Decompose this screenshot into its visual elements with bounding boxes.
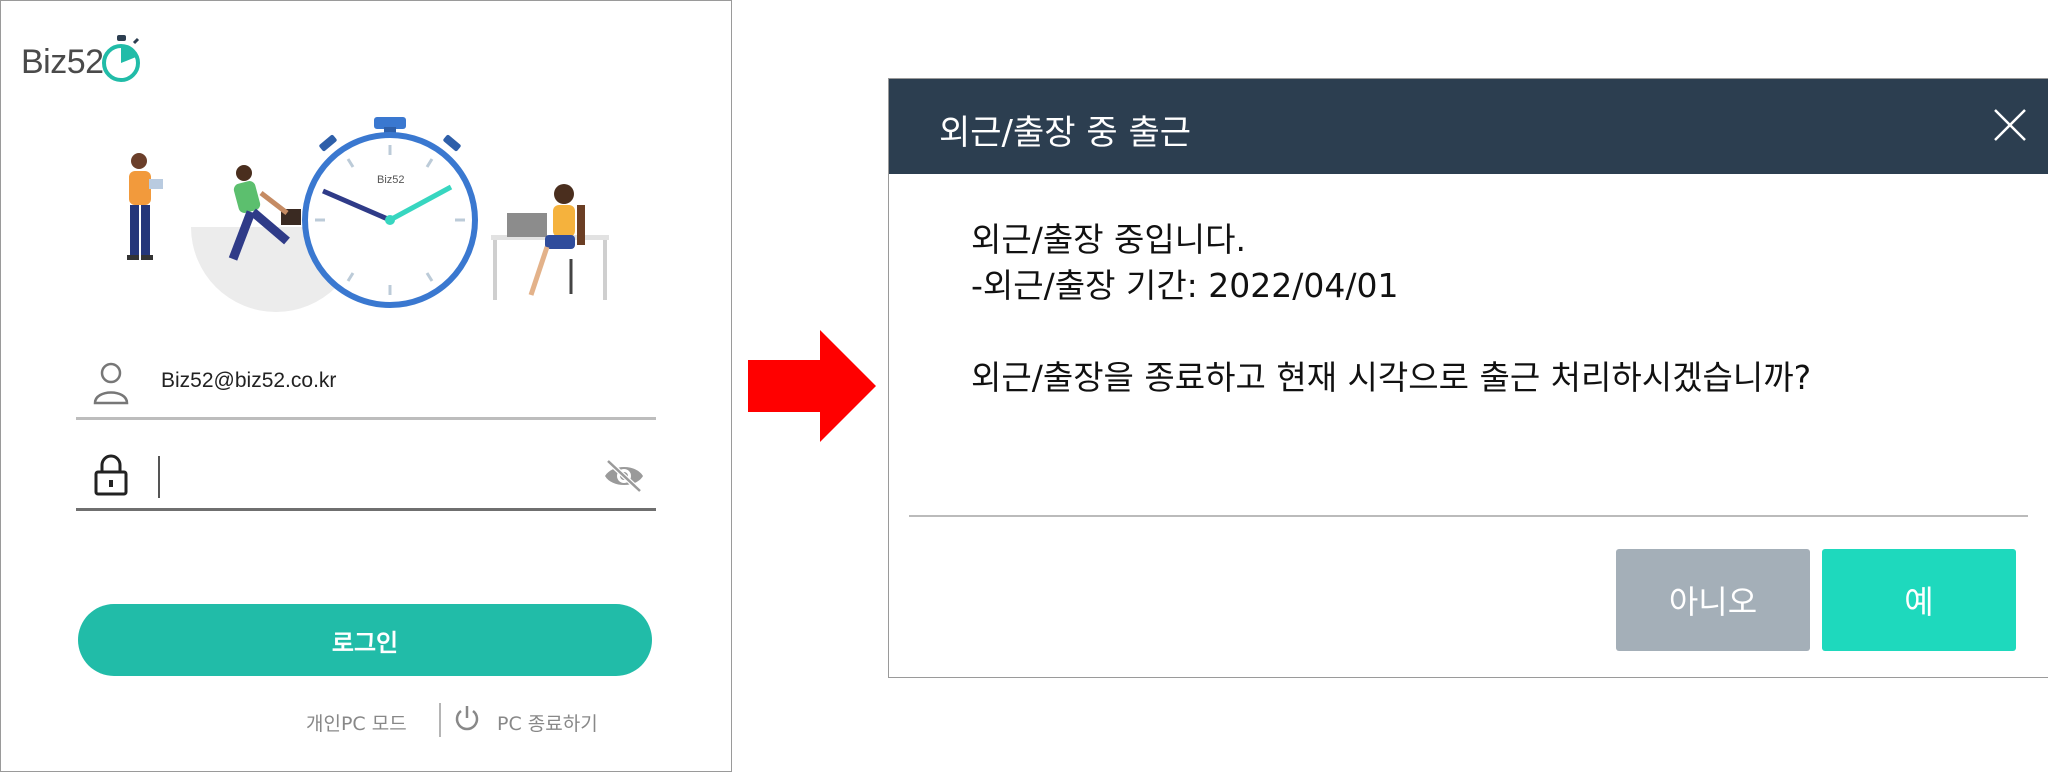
- close-icon[interactable]: [1992, 107, 2028, 143]
- right-arrow-icon: [748, 330, 876, 442]
- password-input[interactable]: [158, 456, 558, 498]
- footer-divider: [439, 703, 441, 737]
- lock-icon: [94, 454, 128, 496]
- email-field[interactable]: Biz52@biz52.co.kr: [76, 351, 656, 420]
- clock-illustration: Biz52: [302, 117, 478, 308]
- person-with-tablet: [127, 153, 163, 260]
- password-field-row: [76, 448, 656, 511]
- user-icon: [93, 362, 129, 405]
- dialog-header: 외근/출장 중 출근: [889, 79, 2048, 174]
- pc-shutdown-link[interactable]: PC 종료하기: [497, 709, 598, 736]
- svg-text:Biz52: Biz52: [377, 174, 405, 186]
- email-value[interactable]: Biz52@biz52.co.kr: [161, 369, 336, 393]
- eye-off-icon[interactable]: [602, 458, 646, 494]
- person-at-desk: [491, 184, 609, 300]
- stopwatch-logo-icon: [102, 35, 140, 82]
- dialog-message: 외근/출장 중입니다. -외근/출장 기간: 2022/04/01 외근/출장을…: [971, 217, 1971, 401]
- login-button[interactable]: 로그인: [78, 604, 652, 676]
- message-line: -외근/출장 기간: 2022/04/01: [971, 266, 1399, 305]
- footer-links: 개인PC 모드 PC 종료하기: [306, 701, 636, 741]
- personal-pc-mode-link[interactable]: 개인PC 모드: [306, 709, 407, 736]
- confirm-dialog: 외근/출장 중 출근 외근/출장 중입니다. -외근/출장 기간: 2022/0…: [888, 78, 2048, 678]
- message-spacer: [971, 309, 1971, 355]
- yes-button[interactable]: 예: [1822, 549, 2016, 651]
- no-button[interactable]: 아니오: [1616, 549, 1810, 651]
- illustration: Biz52: [127, 117, 609, 312]
- power-icon[interactable]: [452, 703, 482, 733]
- biz52-logo: Biz52: [21, 29, 141, 93]
- logo-text: Biz52: [21, 43, 104, 81]
- login-panel: Biz52 Biz52 Biz52@biz52.co.kr 로그인 개인PC 모…: [0, 0, 732, 772]
- message-line: 외근/출장 중입니다.: [971, 220, 1246, 259]
- dialog-divider: [909, 515, 2028, 517]
- message-line: 외근/출장을 종료하고 현재 시각으로 출근 처리하시겠습니까?: [971, 358, 1812, 397]
- dialog-title: 외근/출장 중 출근: [939, 113, 1192, 153]
